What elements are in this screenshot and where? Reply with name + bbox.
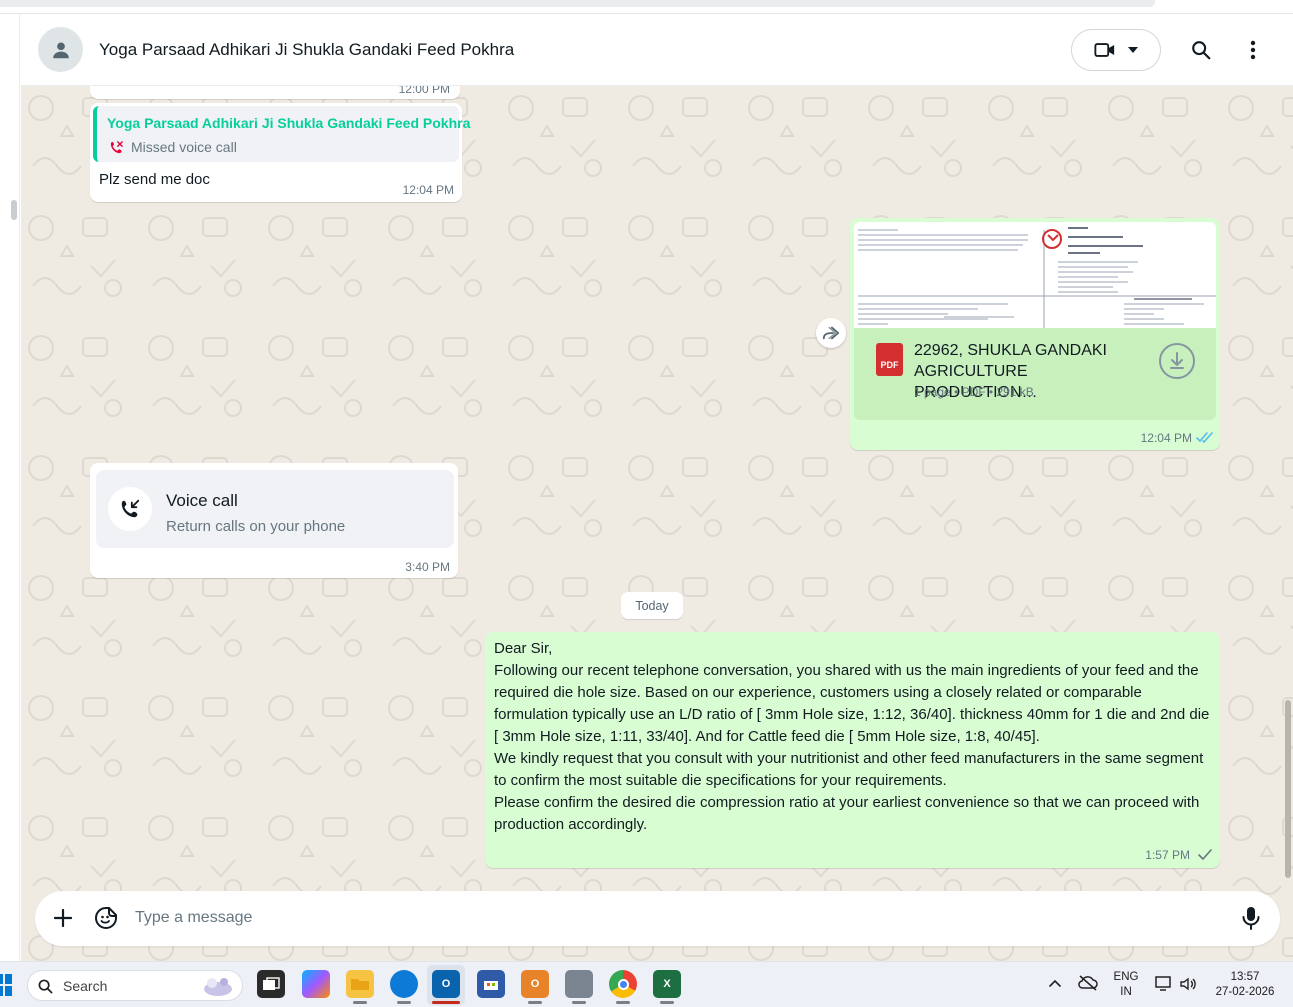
clock-date: 27-02-2026	[1215, 986, 1275, 998]
message-bubble-incoming[interactable]: 12:00 PM	[90, 86, 460, 99]
message-line: Following our recent telephone conversat…	[494, 662, 1210, 745]
cloud-off-icon[interactable]	[1078, 975, 1098, 991]
taskbar-search-label: Search	[63, 978, 108, 994]
call-subtitle: Return calls on your phone	[166, 518, 346, 535]
quoted-sender-name: Yoga Parsaad Adhikari Ji Shukla Gandaki …	[107, 115, 471, 131]
voice-call-card[interactable]: Voice call Return calls on your phone	[96, 470, 454, 548]
pdf-page-preview-graphic	[854, 222, 1216, 328]
file-meta: 1 page • PDF • 291 kB	[914, 385, 1034, 399]
forward-icon	[822, 326, 840, 340]
message-bubble-outgoing[interactable]: Dear Sir, Following our recent telephone…	[485, 632, 1220, 868]
message-time: 12:04 PM	[402, 183, 454, 197]
windows-taskbar: Search O O X ENG IN 13:57 27-02-2026	[0, 961, 1293, 1007]
chevron-up-icon[interactable]	[1049, 979, 1061, 987]
file-explorer-icon[interactable]	[346, 970, 374, 998]
outlook-icon[interactable]: O	[432, 970, 460, 998]
call-title: Voice call	[166, 491, 238, 510]
missed-call-icon	[110, 140, 123, 153]
message-line: Please confirm the desired die compressi…	[494, 794, 1200, 833]
sent-tick-icon	[1198, 849, 1212, 860]
read-receipt-icon	[1196, 432, 1213, 443]
left-pane-edge	[0, 14, 20, 961]
system-clock[interactable]: 13:57 27-02-2026	[1210, 970, 1280, 1000]
clock-time: 13:57	[1230, 971, 1260, 983]
chevron-down-icon	[1128, 47, 1138, 53]
avatar-person-icon	[52, 41, 69, 58]
voice-record-button[interactable]	[1238, 905, 1264, 931]
windows-start-icon[interactable]	[0, 974, 12, 996]
message-bubble-incoming[interactable]: Voice call Return calls on your phone 3:…	[90, 463, 458, 578]
forward-button[interactable]	[816, 318, 846, 348]
volume-icon[interactable]	[1179, 976, 1197, 992]
chat-scrollbar[interactable]	[1285, 700, 1291, 878]
quoted-text: Missed voice call	[131, 139, 237, 155]
app-running-indicator	[353, 1001, 367, 1004]
store-icon[interactable]	[477, 970, 505, 998]
incoming-call-icon	[121, 499, 140, 518]
sticker-button[interactable]	[93, 905, 119, 931]
more-options-button[interactable]	[1239, 36, 1267, 64]
message-time: 3:40 PM	[405, 560, 450, 574]
search-icon	[1192, 41, 1211, 60]
download-button[interactable]	[1159, 343, 1195, 379]
message-time: 12:00 PM	[398, 86, 450, 96]
search-button[interactable]	[1187, 36, 1215, 64]
excel-icon[interactable]: X	[653, 970, 681, 998]
message-composer	[35, 891, 1280, 946]
message-line: We kindly request that you consult with …	[494, 750, 1204, 789]
message-time: 12:04 PM	[1140, 431, 1192, 445]
app-running-indicator	[397, 1001, 411, 1004]
search-icon	[38, 979, 53, 994]
message-line: Dear Sir,	[494, 640, 553, 657]
app-running-indicator	[660, 1001, 674, 1004]
quoted-message[interactable]: Yoga Parsaad Adhikari Ji Shukla Gandaki …	[93, 106, 470, 162]
calendar-app-icon[interactable]: O	[521, 970, 549, 998]
message-bubble-incoming[interactable]: Yoga Parsaad Adhikari Ji Shukla Gandaki …	[90, 103, 470, 202]
avatar[interactable]	[38, 27, 83, 72]
language-code: ENG	[1113, 971, 1139, 983]
app-running-indicator	[572, 1001, 586, 1004]
browser-scroll-region	[0, 0, 1155, 7]
region-code: IN	[1120, 986, 1132, 998]
pdf-thumbnail[interactable]	[854, 222, 1216, 328]
chat-header: Yoga Parsaad Adhikari Ji Shukla Gandaki …	[21, 14, 1293, 86]
contact-name[interactable]: Yoga Parsaad Adhikari Ji Shukla Gandaki …	[99, 40, 514, 60]
network-app-icon[interactable]	[565, 970, 593, 998]
message-input[interactable]	[135, 906, 1215, 930]
taskbar-search-box[interactable]: Search	[27, 970, 243, 1001]
voice-call-icon-wrap	[108, 487, 152, 531]
sticker-smile-icon	[95, 907, 117, 929]
message-text: Plz send me doc	[99, 171, 210, 188]
video-call-button[interactable]	[1071, 29, 1161, 71]
browser-top-strip	[0, 0, 1293, 14]
date-divider: Today	[621, 592, 683, 619]
network-icon[interactable]	[1155, 976, 1173, 992]
chrome-browser-icon[interactable]	[609, 970, 637, 998]
search-highlight-icon	[204, 978, 232, 996]
app-active-indicator	[432, 1001, 460, 1004]
edge-browser-icon[interactable]	[390, 970, 418, 998]
plus-icon	[54, 909, 72, 927]
chat-area[interactable]: 12:00 PM Yoga Parsaad Adhikari Ji Shukla…	[21, 86, 1293, 961]
language-indicator[interactable]: ENG IN	[1112, 970, 1140, 1000]
pdf-file-info[interactable]: PDF 22962, SHUKLA GANDAKI AGRICULTURE PR…	[854, 328, 1216, 420]
microphone-icon	[1242, 907, 1260, 930]
message-time: 1:57 PM	[1145, 848, 1190, 862]
more-options-icon	[1250, 40, 1256, 60]
download-icon	[1170, 352, 1184, 369]
message-bubble-outgoing[interactable]: PDF 22962, SHUKLA GANDAKI AGRICULTURE PR…	[850, 218, 1220, 450]
task-view-icon[interactable]	[257, 970, 285, 998]
left-pane-scrollbar[interactable]	[11, 200, 17, 220]
attach-button[interactable]	[50, 905, 76, 931]
video-call-icon	[1094, 43, 1115, 57]
message-text: Dear Sir, Following our recent telephone…	[494, 638, 1214, 836]
copilot-icon[interactable]	[302, 970, 330, 998]
app-running-indicator	[616, 1001, 630, 1004]
pdf-file-icon: PDF	[876, 343, 903, 376]
app-running-indicator	[528, 1001, 542, 1004]
